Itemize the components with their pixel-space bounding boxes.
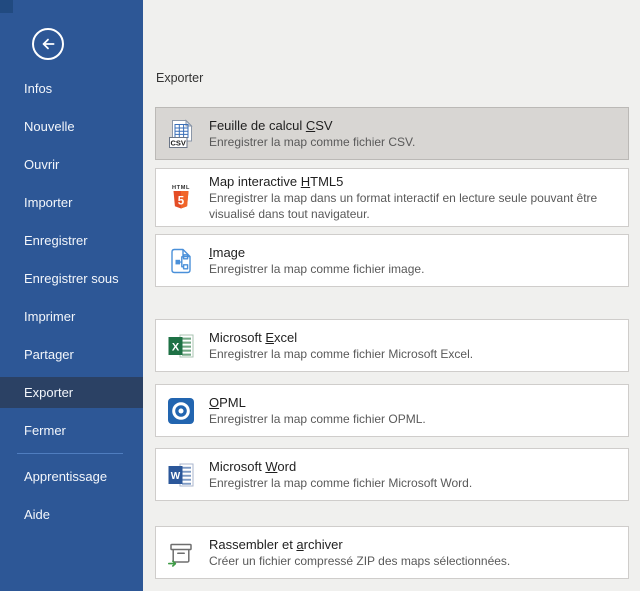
sidebar-nav: Infos Nouvelle Ouvrir Importer Enregistr… [0, 73, 143, 537]
export-item-title: Microsoft Word [209, 458, 616, 475]
sidebar-item-aide[interactable]: Aide [0, 499, 143, 530]
export-item-image[interactable]: Image Enregistrer la map comme fichier i… [155, 234, 629, 287]
svg-text:X: X [172, 341, 180, 353]
export-item-description: Enregistrer la map dans un format intera… [209, 190, 616, 222]
sidebar-item-apprentissage[interactable]: Apprentissage [0, 461, 143, 492]
export-item-title: Feuille de calcul CSV [209, 117, 616, 134]
sidebar-item-exporter[interactable]: Exporter [0, 377, 143, 408]
excel-icon: X [166, 331, 196, 361]
svg-text:CSV: CSV [170, 138, 185, 147]
sidebar-item-enregistrer-sous[interactable]: Enregistrer sous [0, 263, 143, 294]
corner-accent [0, 0, 13, 13]
sidebar-item-enregistrer[interactable]: Enregistrer [0, 225, 143, 256]
export-item-csv[interactable]: CSV Feuille de calcul CSV Enregistrer la… [155, 107, 629, 160]
export-item-title: Map interactive HTML5 [209, 173, 616, 190]
export-item-opml[interactable]: OPML Enregistrer la map comme fichier OP… [155, 384, 629, 437]
word-icon: W [166, 460, 196, 490]
export-pane: Exporter CSV Feuille de calcul CSV Enre [143, 0, 640, 591]
sidebar-item-ouvrir[interactable]: Ouvrir [0, 149, 143, 180]
export-item-title: Rassembler et archiver [209, 536, 616, 553]
export-options-list: CSV Feuille de calcul CSV Enregistrer la… [155, 107, 629, 579]
export-item-description: Enregistrer la map comme fichier image. [209, 261, 616, 277]
export-item-description: Enregistrer la map comme fichier Microso… [209, 346, 616, 362]
sidebar-item-imprimer[interactable]: Imprimer [0, 301, 143, 332]
back-button[interactable] [32, 28, 64, 60]
export-item-title: Microsoft Excel [209, 329, 616, 346]
svg-text:HTML: HTML [172, 185, 190, 191]
export-item-excel[interactable]: X Microsoft Excel Enregistrer la map com… [155, 319, 629, 372]
export-item-html5[interactable]: HTML 5 Map interactive HTML5 Enregistrer… [155, 168, 629, 227]
export-item-description: Enregistrer la map comme fichier Microso… [209, 475, 616, 491]
sidebar-item-nouvelle[interactable]: Nouvelle [0, 111, 143, 142]
image-file-icon [166, 246, 196, 276]
archive-box-icon [166, 538, 196, 568]
backstage-sidebar: Infos Nouvelle Ouvrir Importer Enregistr… [0, 0, 143, 591]
export-item-description: Enregistrer la map comme fichier OPML. [209, 411, 616, 427]
page-title: Exporter [156, 71, 203, 86]
export-item-title: Image [209, 244, 616, 261]
sidebar-item-infos[interactable]: Infos [0, 73, 143, 104]
export-item-description: Créer un fichier compressé ZIP des maps … [209, 553, 616, 569]
svg-text:5: 5 [178, 195, 185, 207]
export-item-word[interactable]: W Microsoft Word Enregistrer la map comm… [155, 448, 629, 501]
export-item-pack-and-go[interactable]: Rassembler et archiver Créer un fichier … [155, 526, 629, 579]
csv-file-icon: CSV [166, 119, 196, 149]
back-arrow-icon [36, 32, 60, 56]
html5-icon: HTML 5 [166, 183, 196, 213]
sidebar-item-fermer[interactable]: Fermer [0, 415, 143, 446]
sidebar-item-importer[interactable]: Importer [0, 187, 143, 218]
export-item-description: Enregistrer la map comme fichier CSV. [209, 134, 616, 150]
opml-icon [166, 396, 196, 426]
sidebar-separator [17, 453, 123, 454]
svg-text:W: W [171, 471, 181, 482]
sidebar-item-partager[interactable]: Partager [0, 339, 143, 370]
export-item-title: OPML [209, 394, 616, 411]
